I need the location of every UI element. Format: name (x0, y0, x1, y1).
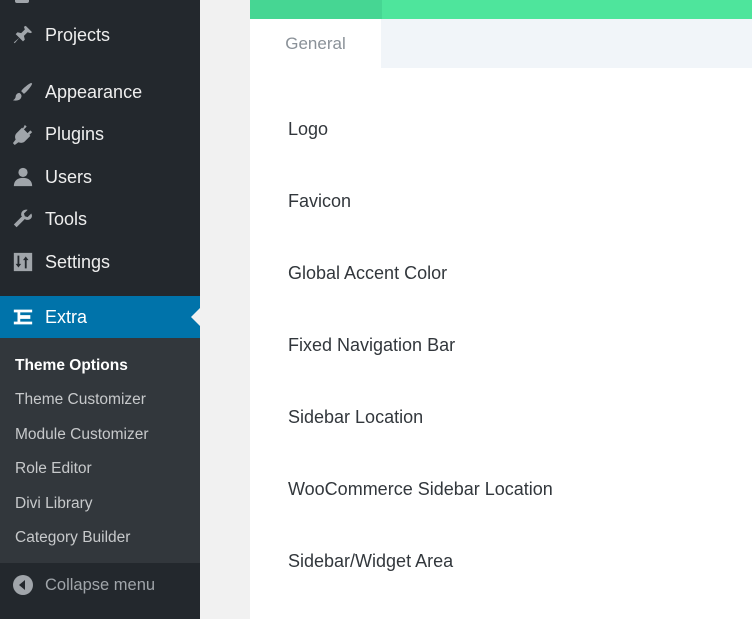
sidebar-item-extra[interactable]: Extra (0, 296, 200, 338)
panel-header-bar-segment (250, 0, 382, 19)
collapse-menu-label: Collapse menu (45, 575, 156, 594)
user-icon (11, 165, 35, 189)
sidebar-item-label: Settings (45, 251, 111, 272)
theme-options-panel: General Logo Favicon Global Accent Color… (250, 0, 752, 619)
settings-icon (11, 250, 35, 274)
option-global-accent-color: Global Accent Color (288, 263, 448, 283)
option-fixed-navigation-bar: Fixed Navigation Bar (288, 335, 456, 355)
sidebar-item-label: Projects (45, 24, 111, 45)
admin-sidebar: Projects Appearance Plugins Users Tools … (0, 0, 200, 619)
pin-icon (11, 23, 35, 47)
sidebar-item-label: Users (45, 166, 93, 187)
partial-menu-icon (11, 0, 35, 4)
submenu-item-role-editor[interactable]: Role Editor (15, 460, 92, 478)
submenu-item-theme-options[interactable]: Theme Options (15, 357, 128, 375)
tab-general[interactable]: General (250, 19, 381, 68)
submenu-item-category-builder[interactable]: Category Builder (15, 529, 130, 547)
submenu-item-divi-library[interactable]: Divi Library (15, 495, 93, 513)
option-favicon: Favicon (288, 191, 352, 211)
extra-icon (11, 305, 35, 329)
sidebar-item-label: Appearance (45, 81, 143, 102)
sidebar-item-label: Extra (45, 306, 88, 327)
collapse-arrow-icon (12, 574, 34, 596)
sidebar-item-label: Plugins (45, 123, 105, 144)
collapse-menu-button[interactable]: Collapse menu (0, 565, 200, 605)
wrench-icon (11, 207, 35, 231)
sidebar-item-plugins[interactable]: Plugins (0, 114, 200, 154)
tab-strip: General (250, 19, 752, 68)
option-sidebar-location: Sidebar Location (288, 407, 424, 427)
sidebar-item-projects[interactable]: Projects (0, 15, 200, 55)
submenu-item-module-customizer[interactable]: Module Customizer (15, 426, 149, 444)
panel-header-bar (250, 0, 752, 19)
sidebar-item-users[interactable]: Users (0, 157, 200, 197)
option-sidebar-widget-area: Sidebar/Widget Area (288, 551, 454, 571)
sidebar-item-settings[interactable]: Settings (0, 242, 200, 282)
sidebar-item-appearance[interactable]: Appearance (0, 72, 200, 112)
sidebar-item-label: Tools (45, 208, 88, 229)
submenu-item-theme-customizer[interactable]: Theme Customizer (15, 391, 146, 409)
extra-submenu: Theme Options Theme Customizer Module Cu… (0, 338, 200, 563)
sidebar-item-tools[interactable]: Tools (0, 199, 200, 239)
plug-icon (11, 122, 35, 146)
paintbrush-icon (11, 80, 35, 104)
option-woocommerce-sidebar-location: WooCommerce Sidebar Location (288, 479, 553, 499)
option-logo: Logo (288, 119, 329, 139)
